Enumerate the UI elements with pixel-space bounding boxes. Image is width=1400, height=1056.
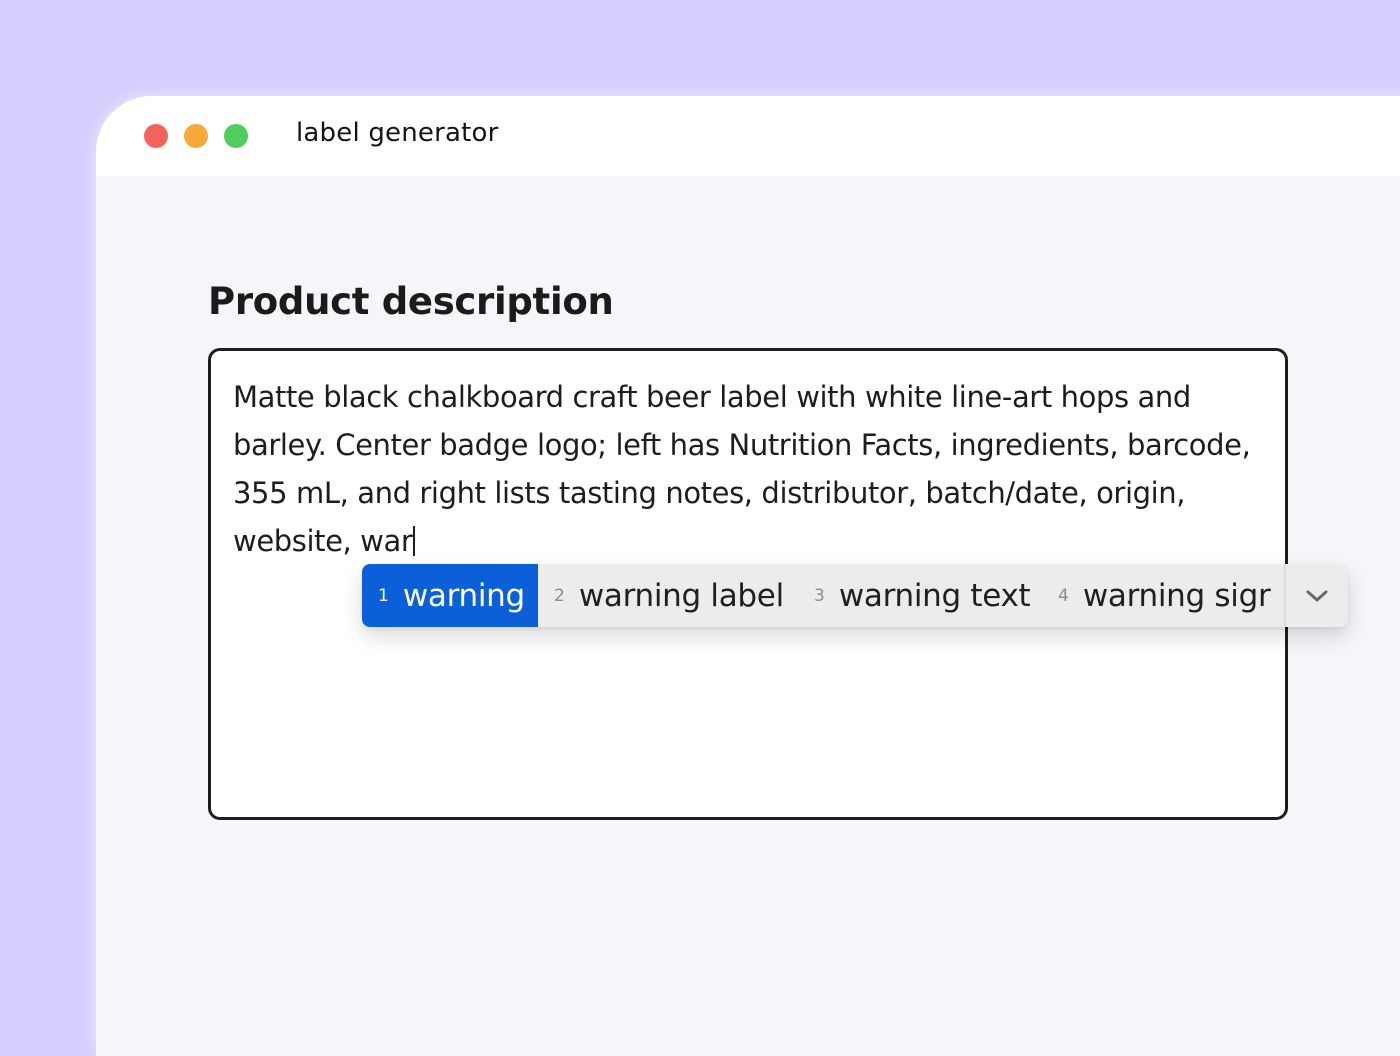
window-title: label generator <box>296 118 499 148</box>
product-description-heading: Product description <box>208 280 614 323</box>
text-cursor <box>413 526 416 556</box>
chevron-down-icon <box>1306 590 1328 601</box>
maximize-window-button[interactable] <box>224 124 248 148</box>
suggestion-item-2[interactable]: 2 warning label <box>554 564 784 627</box>
textarea-content[interactable]: Matte black chalkboard craft beer label … <box>233 373 1273 565</box>
close-window-button[interactable] <box>144 124 168 148</box>
textarea-value: Matte black chalkboard craft beer label … <box>233 380 1251 558</box>
suggestion-text: warning <box>402 577 525 614</box>
suggestion-text: warning label <box>578 577 784 614</box>
expand-suggestions-button[interactable] <box>1284 564 1348 627</box>
suggestion-text: warning sigr <box>1082 577 1271 614</box>
title-bar: label generator <box>96 96 1400 176</box>
minimize-window-button[interactable] <box>184 124 208 148</box>
suggestion-number: 1 <box>378 585 389 606</box>
autocomplete-suggestion-bar: 1 warning 2 warning label 3 warning text… <box>362 564 1348 627</box>
suggestion-number: 4 <box>1058 585 1069 606</box>
suggestion-text: warning text <box>838 577 1031 614</box>
suggestion-number: 2 <box>554 585 565 606</box>
suggestion-item-4[interactable]: 4 warning sigr <box>1058 564 1286 627</box>
app-window: label generator Product description Matt… <box>96 96 1400 1056</box>
suggestion-number: 3 <box>814 585 825 606</box>
suggestion-item-1[interactable]: 1 warning <box>362 564 538 627</box>
suggestion-item-3[interactable]: 3 warning text <box>814 564 1031 627</box>
